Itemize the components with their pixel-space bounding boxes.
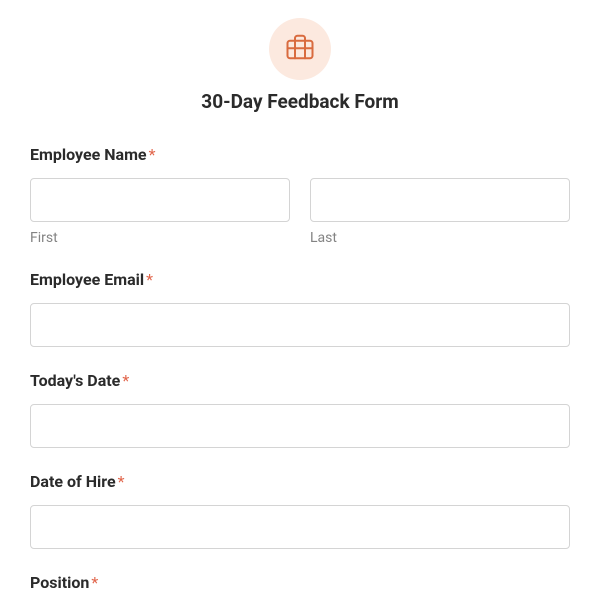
employee-email-label: Employee Email* [30,270,570,289]
date-of-hire-input[interactable] [30,505,570,549]
employee-name-label: Employee Name* [30,145,570,164]
first-name-col: First [30,178,290,246]
todays-date-label-text: Today's Date [30,371,120,390]
first-name-input[interactable] [30,178,290,222]
first-name-sublabel: First [30,230,290,246]
todays-date-field: Today's Date* [30,371,570,448]
employee-name-label-text: Employee Name [30,145,147,164]
employee-email-label-text: Employee Email [30,270,144,289]
date-of-hire-label: Date of Hire* [30,472,570,491]
date-of-hire-field: Date of Hire* [30,472,570,549]
form-icon-container [269,18,331,80]
form-title: 30-Day Feedback Form [30,90,570,113]
required-marker: * [122,371,129,390]
todays-date-label: Today's Date* [30,371,570,390]
position-label: Position* [30,573,570,592]
required-marker: * [146,270,153,289]
required-marker: * [118,472,125,491]
briefcase-icon [285,32,315,66]
name-input-row: First Last [30,178,570,246]
required-marker: * [149,145,156,164]
last-name-col: Last [310,178,570,246]
employee-email-field: Employee Email* [30,270,570,347]
required-marker: * [91,573,98,592]
todays-date-input[interactable] [30,404,570,448]
employee-name-field: Employee Name* First Last [30,145,570,246]
last-name-input[interactable] [310,178,570,222]
position-field: Position* [30,573,570,592]
date-of-hire-label-text: Date of Hire [30,472,116,491]
last-name-sublabel: Last [310,230,570,246]
position-label-text: Position [30,573,89,592]
employee-email-input[interactable] [30,303,570,347]
